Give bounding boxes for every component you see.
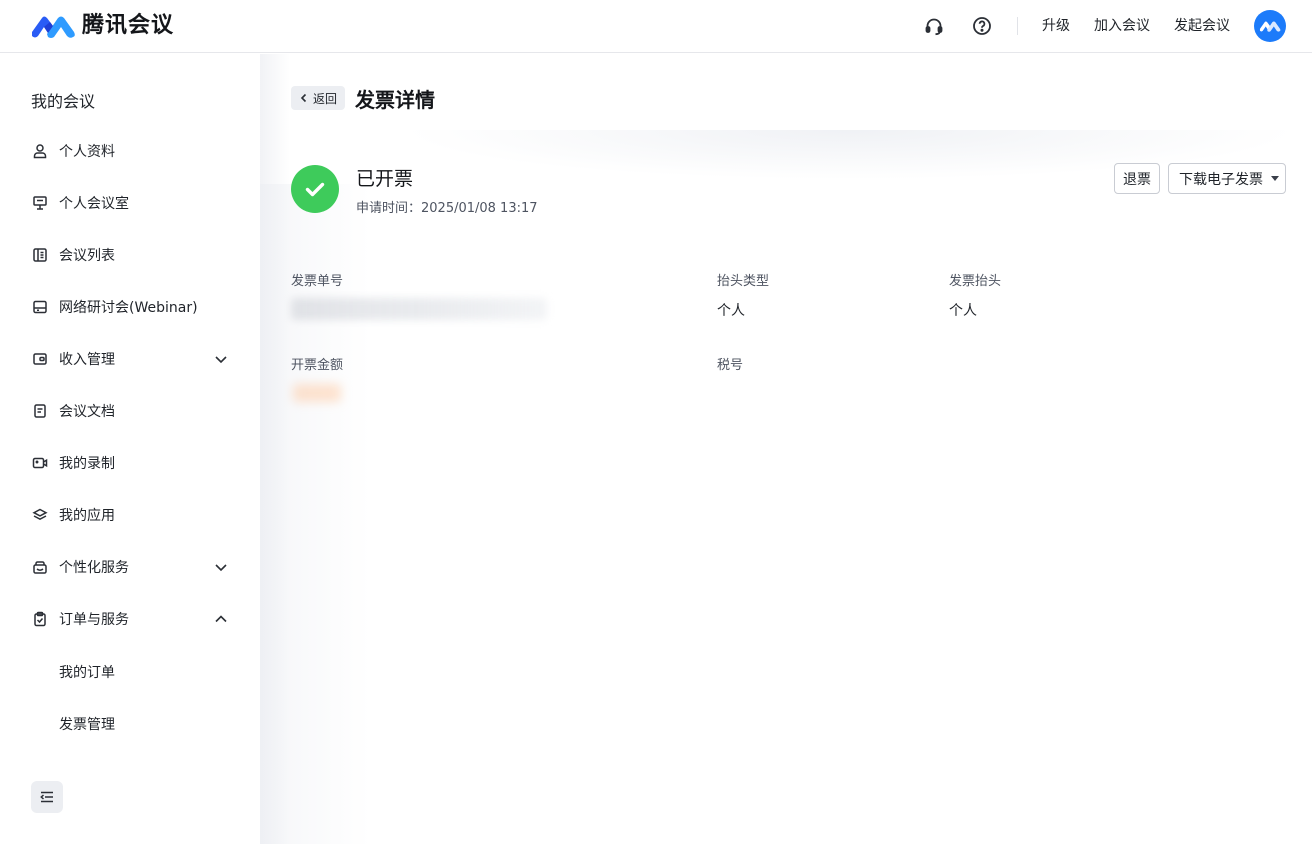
invoice-title-label: 发票抬头 bbox=[949, 274, 1002, 289]
list-icon bbox=[31, 246, 49, 264]
webinar-icon bbox=[31, 298, 49, 316]
title-type-label: 抬头类型 bbox=[717, 274, 770, 289]
sidebar-item-meeting-list[interactable]: 会议列表 bbox=[31, 243, 231, 267]
brand[interactable]: 腾讯会议 bbox=[30, 12, 174, 40]
sidebar-item-label: 我的录制 bbox=[59, 456, 115, 472]
avatar-logo-icon bbox=[1259, 21, 1281, 32]
top-actions: 升级 加入会议 发起会议 bbox=[923, 10, 1286, 42]
header-divider bbox=[1017, 17, 1018, 35]
caret-down-icon bbox=[1271, 176, 1279, 181]
sidebar-item-label: 会议文档 bbox=[59, 404, 115, 420]
collapse-icon bbox=[40, 791, 53, 803]
sidebar-title: 我的会议 bbox=[31, 92, 96, 111]
sidebar-subitem-my-orders[interactable]: 我的订单 bbox=[59, 662, 115, 682]
invoice-number-value-redacted bbox=[291, 298, 547, 320]
invoice-number-label: 发票单号 bbox=[291, 274, 344, 289]
back-button[interactable]: 返回 bbox=[291, 86, 346, 110]
sidebar-item-personalized-service[interactable]: 个性化服务 bbox=[31, 555, 231, 579]
chevron-up-icon[interactable] bbox=[213, 611, 229, 627]
service-icon bbox=[31, 558, 49, 576]
wallet-icon bbox=[31, 350, 49, 368]
headset-icon[interactable] bbox=[923, 15, 945, 37]
top-bar: 腾讯会议 升级 加入会议 发起会议 bbox=[0, 0, 1312, 53]
upgrade-link[interactable]: 升级 bbox=[1042, 10, 1070, 42]
clipboard-icon bbox=[31, 610, 49, 628]
join-meeting-link[interactable]: 加入会议 bbox=[1094, 10, 1150, 42]
status-title: 已开票 bbox=[356, 168, 414, 190]
invoice-amount-label: 开票金额 bbox=[291, 358, 344, 373]
success-check-icon bbox=[291, 165, 339, 213]
sidebar-subitem-invoice-management[interactable]: 发票管理 bbox=[59, 714, 115, 734]
main-content: 返回 发票详情 已开票 申请时间：2025/01/08 13:17 退票 下载电… bbox=[260, 54, 1312, 844]
chevron-down-icon[interactable] bbox=[213, 559, 229, 575]
document-icon bbox=[31, 402, 49, 420]
sidebar-item-personal-room[interactable]: 个人会议室 bbox=[31, 191, 231, 215]
sidebar-item-apps[interactable]: 我的应用 bbox=[31, 503, 231, 527]
download-invoice-label: 下载电子发票 bbox=[1179, 171, 1263, 188]
sidebar-item-label: 个性化服务 bbox=[59, 560, 129, 576]
tencent-meeting-logo-icon bbox=[32, 16, 75, 38]
start-meeting-link[interactable]: 发起会议 bbox=[1174, 10, 1230, 42]
invoice-title-value: 个人 bbox=[949, 303, 977, 319]
sidebar-item-income[interactable]: 收入管理 bbox=[31, 347, 231, 371]
tax-number-label: 税号 bbox=[717, 358, 744, 373]
avatar[interactable] bbox=[1254, 10, 1286, 42]
sidebar-item-label: 网络研讨会(Webinar) bbox=[59, 300, 198, 316]
brand-name: 腾讯会议 bbox=[82, 13, 175, 38]
sidebar-item-documents[interactable]: 会议文档 bbox=[31, 399, 231, 423]
chevron-left-icon bbox=[300, 93, 307, 103]
sidebar-item-recordings[interactable]: 我的录制 bbox=[31, 451, 231, 475]
collapse-sidebar-button[interactable] bbox=[31, 781, 63, 813]
sidebar-item-profile[interactable]: 个人资料 bbox=[31, 139, 231, 163]
sidebar-item-orders-services[interactable]: 订单与服务 bbox=[31, 607, 231, 631]
invoice-amount-value-redacted bbox=[293, 384, 341, 402]
refund-button[interactable]: 退票 bbox=[1114, 163, 1160, 194]
sidebar: 我的会议 个人资料 个人会议室 会议列表 网络研讨会(Webinar) 收入管理 bbox=[0, 54, 260, 844]
chevron-down-icon[interactable] bbox=[213, 351, 229, 367]
sidebar-item-label: 订单与服务 bbox=[59, 612, 129, 628]
sidebar-item-label: 个人会议室 bbox=[59, 196, 129, 212]
video-icon bbox=[31, 454, 49, 472]
presentation-icon bbox=[31, 194, 49, 212]
sidebar-item-label: 收入管理 bbox=[59, 352, 115, 368]
sidebar-item-webinar[interactable]: 网络研讨会(Webinar) bbox=[31, 295, 231, 319]
sidebar-item-label: 会议列表 bbox=[59, 248, 115, 264]
sidebar-item-label: 个人资料 bbox=[59, 144, 115, 160]
sidebar-item-label: 我的应用 bbox=[59, 508, 115, 524]
header-fade bbox=[400, 130, 1300, 180]
download-invoice-dropdown[interactable]: 下载电子发票 bbox=[1168, 163, 1286, 194]
apply-time: 申请时间：2025/01/08 13:17 bbox=[356, 201, 538, 216]
title-type-value: 个人 bbox=[717, 303, 745, 319]
layers-icon bbox=[31, 506, 49, 524]
page-title: 发票详情 bbox=[355, 88, 435, 112]
help-icon[interactable] bbox=[971, 15, 993, 37]
back-label: 返回 bbox=[313, 91, 338, 106]
user-icon bbox=[31, 142, 49, 160]
